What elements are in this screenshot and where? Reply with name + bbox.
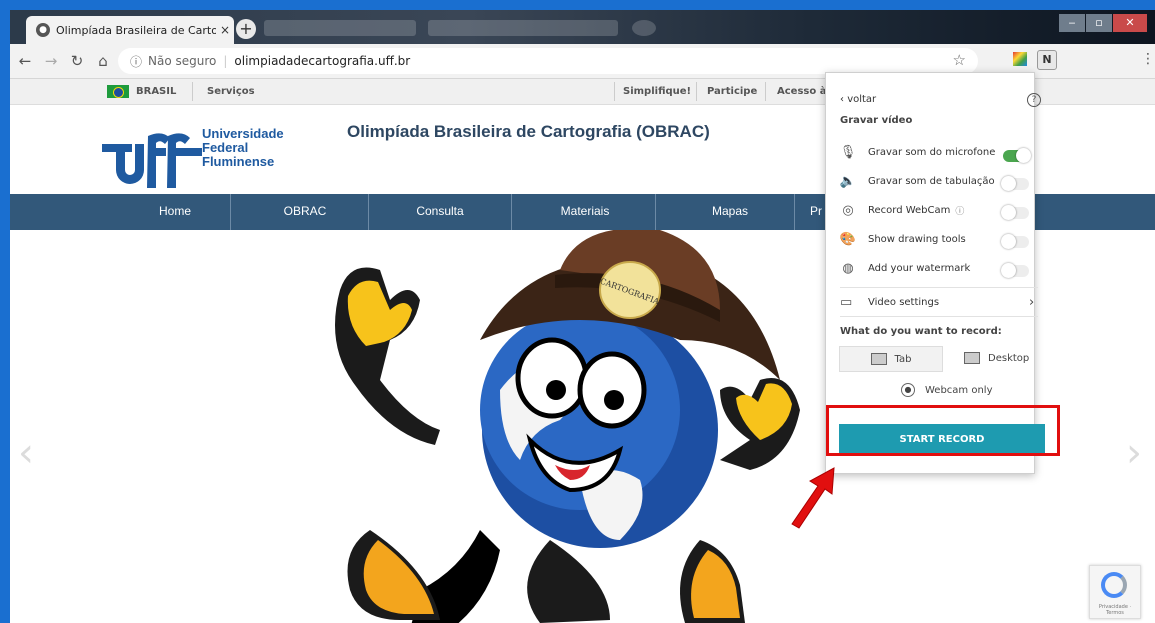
blurred-tab[interactable] [632,20,656,36]
blurred-tab[interactable] [428,20,618,36]
recaptcha-badge[interactable]: Privacidade · Termos [1089,565,1141,619]
gov-participe-link[interactable]: Participe [707,86,757,97]
nav-more[interactable]: Pr [806,194,826,230]
video-settings-row[interactable]: ▭ Video settings › [840,295,1038,310]
webcam-icon: ● [901,383,915,397]
chevron-right-icon: › [1029,295,1035,310]
uff-logo-text: Universidade Federal Fluminense [202,127,284,169]
tab-title: Olimpíada Brasileira de Cartograf [56,23,216,37]
video-settings-label: Video settings [868,297,940,308]
desktop-choice-label: Desktop [988,352,1030,364]
nav-separator [230,194,231,230]
desktop-screen-icon [964,352,980,364]
minimize-icon[interactable]: ‒ [1059,14,1085,32]
tab-choice-label: Tab [894,353,912,365]
nav-home[interactable]: Home [125,194,225,230]
browser-window: ● Olimpíada Brasileira de Cartograf × + … [10,10,1155,623]
bookmark-star-icon[interactable]: ☆ [953,51,966,69]
logo-line: Federal [202,140,249,155]
brazil-flag-icon [107,85,129,98]
recorder-extension-icon[interactable]: N [1037,50,1057,70]
drawing-tools-toggle[interactable] [1001,234,1029,249]
nav-separator [511,194,512,230]
watermark-toggle[interactable] [1001,263,1029,278]
uff-logo-icon[interactable] [102,132,202,188]
record-question: What do you want to record: [840,326,1002,337]
tab-close-button[interactable]: × [216,23,234,37]
microphone-toggle[interactable] [1003,148,1031,163]
back-label: voltar [847,94,877,105]
browser-tab-active[interactable]: ● Olimpíada Brasileira de Cartograf × [26,16,234,44]
nav-separator [794,194,795,230]
webcam-choice-label: Webcam only [925,384,993,396]
gov-separator [765,82,766,101]
watermark-icon: ◍ [842,260,854,276]
tab-audio-toggle[interactable] [1001,176,1029,191]
reload-icon[interactable]: ↻ [66,52,88,70]
help-icon[interactable]: ? [1027,93,1041,107]
nav-obrac[interactable]: OBRAC [250,194,360,230]
url-text[interactable]: olimpiadadecartografia.uff.br [234,54,410,68]
close-window-icon[interactable]: ✕ [1113,14,1147,32]
speaker-icon: 🔈 [839,173,857,189]
logo-line: Fluminense [202,154,275,169]
extension-icon[interactable] [1013,52,1027,66]
logo-line: Universidade [202,126,284,141]
info-icon[interactable]: ⓘ [130,53,142,70]
section-title: Gravar vídeo [840,115,913,126]
highlight-box [826,405,1060,456]
mascot-illustration: CARTOGRAFIA [335,230,800,623]
home-icon[interactable]: ⌂ [92,52,114,70]
carousel-prev-icon[interactable]: ‹ [18,430,34,476]
webcam-icon: ◎ [842,202,854,218]
site-title: Olimpíada Brasileira de Cartografia (OBR… [347,122,710,141]
palette-icon: 🎨 [839,231,857,247]
gov-services-link[interactable]: Serviços [207,86,255,97]
record-desktop-button[interactable]: Desktop [964,346,1034,370]
divider [840,316,1038,317]
red-arrow-icon [791,467,835,529]
microphone-icon: 🎙 [839,144,857,160]
back-link[interactable]: ‹ voltar [840,94,876,105]
option-label: Record WebCam [868,204,951,216]
security-label: Não seguro [148,54,217,68]
window-controls: ‒ ▫ ✕ [1058,14,1147,32]
nav-consulta[interactable]: Consulta [380,194,500,230]
nav-separator [655,194,656,230]
record-webcam-button[interactable]: ● Webcam only [901,383,993,397]
omnibox-separator: | [223,54,228,68]
address-bar[interactable]: ⓘ Não seguro | olimpiadadecartografia.uf… [118,48,978,74]
gov-separator [614,82,615,101]
video-camera-icon: ▭ [840,295,853,310]
nav-materiais[interactable]: Materiais [525,194,645,230]
blurred-tab[interactable] [264,20,416,36]
divider [840,287,1038,288]
option-label: Gravar som de tabulação [868,175,995,187]
tab-screen-icon [870,353,887,365]
info-icon[interactable]: ⓘ [955,204,964,217]
maximize-icon[interactable]: ▫ [1086,14,1112,32]
menu-dots-icon[interactable]: ⋮ [1141,51,1155,67]
new-tab-button[interactable]: + [236,19,256,39]
recaptcha-terms: Privacidade · Termos [1098,604,1132,616]
back-arrow-icon[interactable]: ← [14,52,36,70]
record-tab-button[interactable]: Tab [839,346,943,372]
option-label: Gravar som do microfone [868,146,996,158]
gov-separator [696,82,697,101]
recaptcha-icon [1101,572,1127,598]
option-label: Add your watermark [868,262,971,274]
carousel-next-icon[interactable]: › [1126,430,1142,476]
gov-simplifique-link[interactable]: Simplifique! [623,86,691,97]
gov-country-link[interactable]: BRASIL [136,86,176,97]
webcam-toggle[interactable] [1001,205,1029,220]
forward-arrow-icon[interactable]: → [40,52,62,70]
option-label: Show drawing tools [868,233,966,245]
tab-strip: ● Olimpíada Brasileira de Cartograf × + … [10,10,1155,44]
globe-icon: ● [36,23,50,37]
nav-separator [368,194,369,230]
nav-mapas[interactable]: Mapas [670,194,790,230]
gov-acesso-link[interactable]: Acesso à [777,86,826,97]
gov-separator [192,82,193,101]
